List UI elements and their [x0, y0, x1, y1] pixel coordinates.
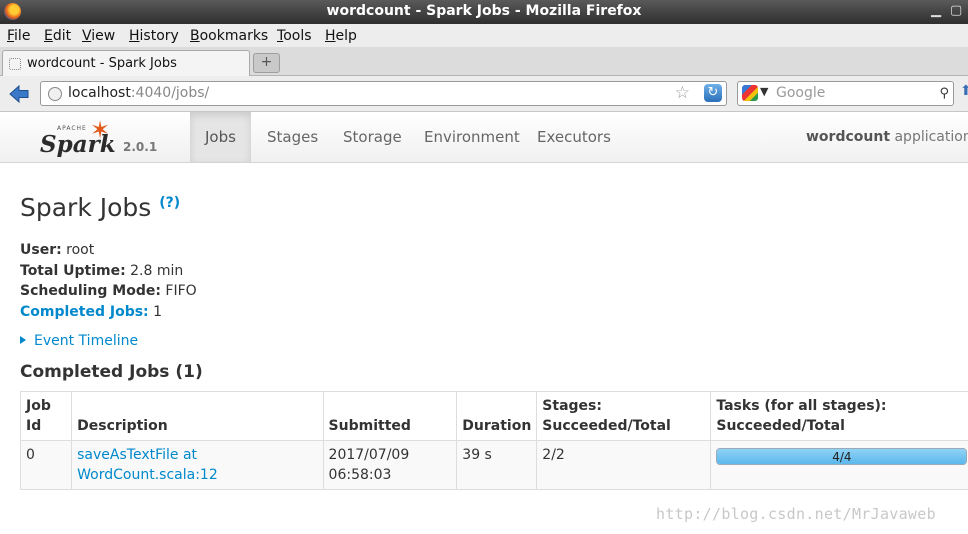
- cell-stages: 2/2: [536, 440, 712, 490]
- page-icon: [9, 58, 21, 70]
- window-title: wordcount - Spark Jobs - Mozilla Firefox: [326, 3, 642, 19]
- new-tab-button[interactable]: +: [253, 53, 280, 73]
- spark-version: 2.0.1: [123, 140, 158, 154]
- tab-label: wordcount - Spark Jobs: [27, 56, 177, 71]
- header-stages[interactable]: Stages: Succeeded/Total: [536, 391, 712, 441]
- completed-jobs-heading[interactable]: Completed Jobs (1): [20, 362, 203, 382]
- table-row: 0 saveAsTextFile at WordCount.scala:12 2…: [19, 440, 968, 490]
- tab-storage[interactable]: Storage: [328, 112, 417, 162]
- menu-edit[interactable]: Edit: [44, 28, 71, 44]
- app-name: wordcount application U: [806, 129, 968, 145]
- menu-help[interactable]: Help: [325, 28, 357, 44]
- menu-bar: File Edit View History Bookmarks Tools H…: [0, 24, 968, 47]
- completed-jobs-table: Job Id Description Submitted Duration Sta…: [19, 391, 968, 490]
- header-tasks[interactable]: Tasks (for all stages): Succeeded/Total: [710, 391, 968, 441]
- help-link[interactable]: (?): [159, 195, 180, 211]
- cell-submitted: 2017/07/09 06:58:03: [322, 440, 458, 490]
- browser-tab[interactable]: wordcount - Spark Jobs: [2, 50, 250, 77]
- watermark: http://blog.csdn.net/MrJavaweb: [656, 505, 936, 523]
- tasks-progress-bar: 4/4: [716, 448, 968, 465]
- bookmark-star-icon[interactable]: ☆: [675, 83, 690, 103]
- search-engine-icon[interactable]: ⚲: [939, 86, 949, 101]
- job-summary: User: root Total Uptime: 2.8 min Schedul…: [20, 240, 197, 323]
- table-header-row: Job Id Description Submitted Duration Sta…: [19, 391, 968, 441]
- search-placeholder[interactable]: Google: [776, 85, 825, 101]
- tab-executors[interactable]: Executors: [522, 112, 626, 162]
- tab-environment[interactable]: Environment: [409, 112, 535, 162]
- header-duration[interactable]: Duration: [456, 391, 538, 441]
- spark-navbar: APACHE Spark ✶ 2.0.1 Jobs Stages Storage…: [0, 112, 968, 163]
- globe-icon: [48, 87, 62, 101]
- summary-scheduling-mode: Scheduling Mode: FIFO: [20, 283, 197, 300]
- job-description-link[interactable]: saveAsTextFile at WordCount.scala:12: [77, 447, 218, 483]
- progress-text: 4/4: [832, 450, 852, 464]
- spark-star-icon: ✶: [90, 116, 111, 144]
- cell-job-id: 0: [19, 440, 73, 490]
- menu-bookmarks[interactable]: Bookmarks: [190, 28, 268, 44]
- cell-description: saveAsTextFile at WordCount.scala:12: [71, 440, 324, 490]
- reload-icon[interactable]: ↻: [704, 84, 722, 102]
- google-icon[interactable]: [742, 85, 758, 101]
- menu-history[interactable]: History: [129, 28, 179, 44]
- back-arrow-icon[interactable]: [8, 83, 30, 105]
- header-description[interactable]: Description: [71, 391, 324, 441]
- page-title: Spark Jobs (?): [20, 193, 181, 222]
- spark-logo[interactable]: APACHE Spark ✶: [40, 116, 122, 160]
- forward-arrow-icon[interactable]: ⬆: [960, 83, 968, 99]
- url-text[interactable]: localhost:4040/jobs/: [68, 85, 209, 101]
- chevron-down-icon[interactable]: ▼: [760, 85, 768, 98]
- menu-tools[interactable]: Tools: [277, 28, 312, 44]
- tab-jobs[interactable]: Jobs: [190, 112, 251, 162]
- navigation-bar: localhost:4040/jobs/ ☆ ↻ ▼ Google ⚲ ⬆: [0, 76, 968, 112]
- search-bar[interactable]: ▼ Google ⚲: [737, 81, 954, 106]
- summary-completed-jobs[interactable]: Completed Jobs: 1: [20, 302, 197, 323]
- maximize-icon[interactable]: ▢: [950, 3, 962, 18]
- header-job-id[interactable]: Job Id: [19, 391, 73, 441]
- header-submitted[interactable]: Submitted: [322, 391, 458, 441]
- minimize-icon[interactable]: ▁: [931, 3, 941, 18]
- cell-tasks: 4/4: [710, 440, 968, 490]
- url-bar[interactable]: localhost:4040/jobs/ ☆ ↻: [40, 81, 727, 106]
- menu-view[interactable]: View: [82, 28, 115, 44]
- summary-uptime: Total Uptime: 2.8 min: [20, 262, 184, 279]
- menu-file[interactable]: File: [7, 28, 30, 44]
- event-timeline-toggle[interactable]: Event Timeline: [20, 333, 138, 349]
- window-titlebar: wordcount - Spark Jobs - Mozilla Firefox…: [0, 0, 968, 24]
- cell-duration: 39 s: [456, 440, 538, 490]
- tab-strip: wordcount - Spark Jobs +: [0, 47, 968, 77]
- expand-arrow-icon: [20, 336, 26, 344]
- summary-user: User: root: [20, 242, 95, 258]
- tab-stages[interactable]: Stages: [252, 112, 333, 162]
